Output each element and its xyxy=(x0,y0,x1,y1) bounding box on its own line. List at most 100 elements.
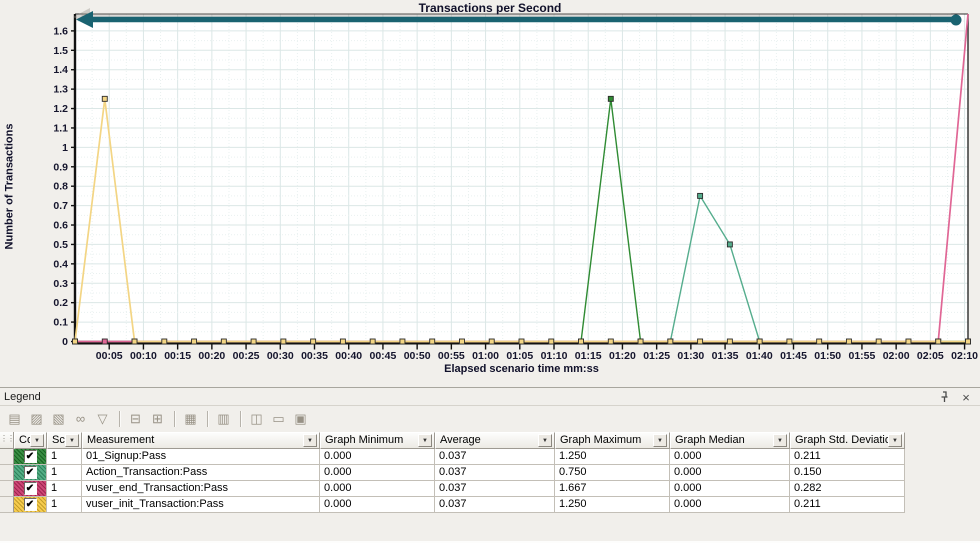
show-measurement-checkbox[interactable]: ✔ xyxy=(24,450,37,463)
color-swatch[interactable]: ✔ xyxy=(14,465,47,481)
row-selector[interactable] xyxy=(0,497,14,513)
hide-measurement-icon[interactable]: ▨ xyxy=(26,409,47,428)
chevron-down-icon[interactable]: ▼ xyxy=(30,434,44,447)
chevron-down-icon[interactable]: ▼ xyxy=(773,434,787,447)
loadrunner-graph-window: 00.10.20.30.40.50.60.70.80.911.11.21.31.… xyxy=(0,0,980,543)
graph-median-cell: 0.000 xyxy=(670,497,790,513)
column-header-graph-maximum[interactable]: Graph Maximum▼ xyxy=(555,432,670,449)
chevron-down-icon[interactable]: ▼ xyxy=(538,434,552,447)
data-point-marker xyxy=(817,339,822,344)
legend-panel: Legend × ▤ ▨ ▧ ∞ ▽ ⊟ ⊞ ▦ ▥ ◫ ▭ ▣ xyxy=(0,387,980,543)
legend-table-row[interactable]: ✔ 1 01_Signup:Pass 0.000 0.037 1.250 0.0… xyxy=(0,449,980,465)
x-tick-label: 01:15 xyxy=(575,350,602,362)
scale-cell: 1 xyxy=(47,449,82,465)
save-legend-icon[interactable]: ▣ xyxy=(290,409,311,428)
column-header-scale[interactable]: Sca▼ xyxy=(47,432,82,449)
column-header-graph-std-deviation[interactable]: Graph Std. Deviatior▼ xyxy=(790,432,905,449)
legend-toolbar: ▤ ▨ ▧ ∞ ▽ ⊟ ⊞ ▦ ▥ ◫ ▭ ▣ xyxy=(0,406,980,431)
chevron-down-icon[interactable]: ▼ xyxy=(418,434,432,447)
y-tick-label: 1.3 xyxy=(53,84,68,96)
sort-measurements-icon[interactable]: ⊟ xyxy=(125,409,146,428)
toolbar-separator xyxy=(240,411,241,427)
chart-title: Transactions per Second xyxy=(0,1,980,14)
chevron-down-icon[interactable]: ▼ xyxy=(303,434,317,447)
row-selector[interactable] xyxy=(0,465,14,481)
show-measurement-checkbox[interactable]: ✔ xyxy=(24,498,37,511)
x-tick-label: 02:10 xyxy=(951,350,978,362)
data-point-marker xyxy=(608,96,613,101)
graph-std-deviation-cell: 0.211 xyxy=(790,449,905,465)
filter-measurements-icon[interactable]: ▽ xyxy=(92,409,113,428)
chevron-down-icon[interactable]: ▼ xyxy=(888,434,902,447)
column-header-graph-median[interactable]: Graph Median▼ xyxy=(670,432,790,449)
column-header-average[interactable]: Average▼ xyxy=(435,432,555,449)
legend-table-row[interactable]: ✔ 1 vuser_init_Transaction:Pass 0.000 0.… xyxy=(0,497,980,513)
data-point-marker xyxy=(281,339,286,344)
graph-maximum-cell: 1.250 xyxy=(555,497,670,513)
drill-down-icon[interactable]: ◫ xyxy=(246,409,267,428)
x-tick-label: 01:05 xyxy=(506,350,533,362)
x-tick-label: 01:55 xyxy=(849,350,876,362)
show-measurement-checkbox[interactable]: ✔ xyxy=(24,482,37,495)
watch-measurement-icon[interactable]: ∞ xyxy=(70,409,91,428)
data-point-marker xyxy=(757,339,762,344)
duplicate-graph-icon[interactable]: ▭ xyxy=(268,409,289,428)
show-measurement-checkbox[interactable]: ✔ xyxy=(24,466,37,479)
data-point-marker xyxy=(936,339,941,344)
graph-std-deviation-cell: 0.211 xyxy=(790,497,905,513)
graph-std-deviation-cell: 0.282 xyxy=(790,481,905,497)
y-tick-label: 1.5 xyxy=(53,45,68,57)
y-tick-label: 1.1 xyxy=(53,122,68,134)
y-tick-label: 0.4 xyxy=(53,258,68,270)
toolbar-separator xyxy=(207,411,208,427)
data-point-marker xyxy=(906,339,911,344)
legend-table-row[interactable]: ✔ 1 Action_Transaction:Pass 0.000 0.037 … xyxy=(0,465,980,481)
toolbar-separator xyxy=(174,411,175,427)
legend-table-row[interactable]: ✔ 1 vuser_end_Transaction:Pass 0.000 0.0… xyxy=(0,481,980,497)
column-header-color[interactable]: Col▼ xyxy=(14,432,47,449)
graph-minimum-cell: 0.000 xyxy=(320,465,435,481)
x-tick-label: 00:20 xyxy=(198,350,225,362)
select-columns-icon[interactable]: ▥ xyxy=(213,409,234,428)
graph-maximum-cell: 1.250 xyxy=(555,449,670,465)
data-point-marker xyxy=(727,242,732,247)
measurement-cell: Action_Transaction:Pass xyxy=(82,465,320,481)
plot-background xyxy=(75,14,968,344)
chevron-down-icon[interactable]: ▼ xyxy=(653,434,667,447)
x-tick-label: 01:35 xyxy=(712,350,739,362)
x-tick-label: 02:05 xyxy=(917,350,944,362)
export-legend-icon[interactable]: ⊞ xyxy=(147,409,168,428)
scale-cell: 1 xyxy=(47,465,82,481)
row-selector[interactable] xyxy=(0,449,14,465)
data-point-marker xyxy=(966,339,971,344)
toolbar-separator xyxy=(119,411,120,427)
color-swatch[interactable]: ✔ xyxy=(14,481,47,497)
legend-title: Legend xyxy=(4,391,41,403)
grip-icon: ⋮⋮ xyxy=(0,432,14,449)
y-tick-label: 0.3 xyxy=(53,278,68,290)
data-point-marker xyxy=(311,339,316,344)
color-swatch[interactable]: ✔ xyxy=(14,497,47,513)
chevron-down-icon[interactable]: ▼ xyxy=(65,434,79,447)
column-header-graph-minimum[interactable]: Graph Minimum▼ xyxy=(320,432,435,449)
x-tick-label: 00:05 xyxy=(96,350,123,362)
pin-icon[interactable] xyxy=(936,390,952,404)
chart-plot-area[interactable]: 00.10.20.30.40.50.60.70.80.911.11.21.31.… xyxy=(0,0,980,386)
x-tick-label: 02:00 xyxy=(883,350,910,362)
data-point-marker xyxy=(459,339,464,344)
x-tick-label: 00:50 xyxy=(404,350,431,362)
close-icon[interactable]: × xyxy=(958,390,974,404)
show-only-selected-icon[interactable]: ▧ xyxy=(48,409,69,428)
configure-measurements-icon[interactable]: ▦ xyxy=(180,409,201,428)
x-tick-label: 00:10 xyxy=(130,350,157,362)
data-point-marker xyxy=(221,339,226,344)
x-tick-label: 01:40 xyxy=(746,350,773,362)
show-measurement-icon[interactable]: ▤ xyxy=(4,409,25,428)
data-point-marker xyxy=(638,339,643,344)
x-tick-label: 00:55 xyxy=(438,350,465,362)
x-tick-label: 01:50 xyxy=(814,350,841,362)
color-swatch[interactable]: ✔ xyxy=(14,449,47,465)
row-selector[interactable] xyxy=(0,481,14,497)
column-header-measurement[interactable]: Measurement▼ xyxy=(82,432,320,449)
legend-caption-bar: Legend × xyxy=(0,388,980,406)
